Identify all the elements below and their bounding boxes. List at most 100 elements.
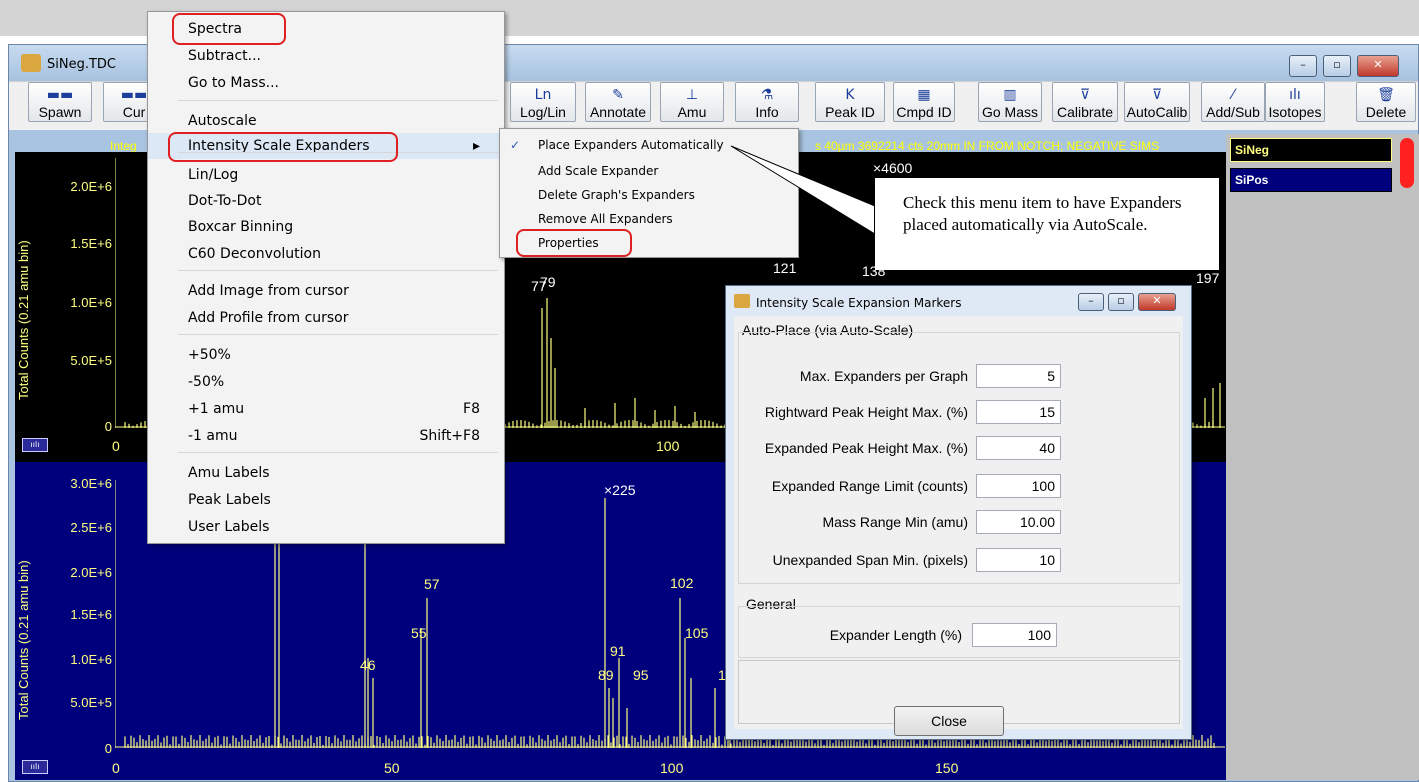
menu-item-label: Autoscale: [188, 113, 257, 129]
plot1-peak-label: 138: [862, 263, 886, 279]
toolbar-spawn-button[interactable]: ▬▬ Spawn: [28, 82, 92, 122]
close-window-button[interactable]: ✕: [1357, 55, 1399, 77]
toolbar-calibrate-button[interactable]: ⊽ Calibrate: [1052, 82, 1118, 122]
toolbar-button-label: Isotopes: [1268, 104, 1322, 120]
dialog-field-input[interactable]: 40: [976, 436, 1061, 460]
dialog-maximize-button[interactable]: ▫: [1108, 293, 1134, 311]
toolbar-calibrate-icon: ⊽: [1079, 87, 1091, 103]
minimize-button[interactable]: –: [1289, 55, 1317, 77]
plot2-ytick: 2.5E+6: [70, 520, 112, 535]
highlight-properties: [516, 229, 632, 257]
menu-item-50[interactable]: +50%: [148, 342, 502, 368]
toolbar-info-button[interactable]: ⚗ Info: [735, 82, 799, 122]
menu-item-1-amu[interactable]: +1 amu F8: [148, 396, 502, 422]
dialog-field-label: Mass Range Min (amu): [822, 514, 969, 530]
toolbar-add-sub-button[interactable]: ⁄ Add/Sub: [1201, 82, 1265, 122]
toolbar-cmpd-id-icon: ▦: [917, 87, 931, 103]
toolbar-cmpd-id-button[interactable]: ▦ Cmpd ID: [893, 82, 955, 122]
toolbar-log-lin-button[interactable]: Ln Log/Lin: [510, 82, 576, 122]
menu-item-1-amu[interactable]: -1 amu Shift+F8: [148, 423, 502, 449]
toolbar-annotate-button[interactable]: ✎ Annotate: [585, 82, 651, 122]
highlight-intensity-scale-expanders: [168, 132, 398, 162]
menu-item-50[interactable]: -50%: [148, 369, 502, 395]
menu-item-autoscale[interactable]: Autoscale: [148, 108, 502, 134]
dialog-field-label: Unexpanded Span Min. (pixels): [772, 552, 968, 568]
menu-item-dot-to-dot[interactable]: Dot-To-Dot: [148, 188, 502, 214]
menu-item-amu-labels[interactable]: Amu Labels: [148, 460, 502, 486]
plot1-peak-label: 197: [1196, 270, 1220, 286]
menu-item-label: Add Image from cursor: [188, 283, 349, 299]
menu-item-c60-deconvolution[interactable]: C60 Deconvolution: [148, 241, 502, 267]
toolbar-annotate-icon: ✎: [612, 87, 624, 103]
plot-header-left: Integ: [110, 139, 137, 153]
plot2-ytick: 1.5E+6: [70, 607, 112, 622]
menu-item-peak-labels[interactable]: Peak Labels: [148, 487, 502, 513]
plot2-xtick: 50: [384, 760, 400, 776]
toolbar-autocalib-button[interactable]: ⊽ AutoCalib: [1124, 82, 1190, 122]
toolbar-autocalib-icon: ⊽: [1151, 87, 1163, 103]
dialog-body: Auto-Place (via Auto-Scale) Max. Expande…: [734, 316, 1183, 736]
spectrum-item-sipos[interactable]: SiPos: [1230, 168, 1392, 192]
menu-item-shortcut: ▸: [472, 138, 480, 154]
toolbar-button-label: Peak ID: [825, 104, 875, 120]
menu-item-add-image-from-cursor[interactable]: Add Image from cursor: [148, 278, 502, 304]
menu-item-label: Dot-To-Dot: [188, 193, 262, 209]
dialog-field-input[interactable]: 10: [976, 548, 1061, 572]
submenu-item-label: Delete Graph's Expanders: [538, 188, 695, 202]
plot1-ytick: 5.0E+5: [70, 353, 112, 368]
plot2-ylabel: Total Counts (0.21 amu bin): [16, 560, 31, 720]
dialog-minimize-button[interactable]: –: [1078, 293, 1104, 311]
toolbar-add-sub-icon: ⁄: [1231, 87, 1235, 103]
plot1-ylabel: Total Counts (0.21 amu bin): [16, 240, 31, 400]
menu-separator: [178, 100, 498, 101]
submenu-item-label: Place Expanders Automatically: [538, 138, 724, 152]
dialog-field-input[interactable]: 100: [976, 474, 1061, 498]
menu-item-user-labels[interactable]: User Labels: [148, 514, 502, 540]
menu-item-label: -1 amu: [188, 428, 238, 444]
plot1-scale-icon[interactable]: ıılı: [22, 438, 48, 452]
toolbar-button-label: Spawn: [38, 104, 82, 120]
menu-separator: [178, 270, 498, 271]
menu-item-label: Lin/Log: [188, 167, 239, 183]
dialog-title: Intensity Scale Expansion Markers: [756, 296, 962, 310]
menu-item-label: Add Profile from cursor: [188, 310, 349, 326]
window-title: SiNeg.TDC: [47, 57, 116, 72]
plot1-xtick: 100: [656, 438, 680, 454]
plot1-xtick: 0: [112, 438, 120, 454]
dialog-field-label: Expanded Range Limit (counts): [771, 478, 968, 494]
menu-item-go-to-mass[interactable]: Go to Mass...: [148, 70, 502, 96]
menu-item-label: -50%: [188, 374, 225, 390]
dialog-field-input[interactable]: 10.00: [976, 510, 1061, 534]
toolbar-isotopes-button[interactable]: ılı Isotopes: [1265, 82, 1325, 122]
dialog-close-button[interactable]: Close: [894, 706, 1004, 736]
toolbar-amu-button[interactable]: ⊥ Amu: [660, 82, 724, 122]
toolbar-spawn-icon: ▬▬: [46, 87, 74, 103]
plot2-scale-icon[interactable]: ıılı: [22, 760, 48, 774]
plot1-ytick: 1.0E+6: [70, 295, 112, 310]
dialog-close-x-button[interactable]: ✕: [1138, 293, 1176, 311]
plot1-ytick: 1.5E+6: [70, 236, 112, 251]
maximize-button[interactable]: ▫: [1323, 55, 1351, 77]
toolbar-button-label: Info: [755, 104, 779, 120]
toolbar-isotopes-icon: ılı: [1289, 87, 1301, 103]
menu-item-lin-log[interactable]: Lin/Log: [148, 162, 502, 188]
toolbar-button-label: Calibrate: [1056, 104, 1114, 120]
dialog-field-input[interactable]: 15: [976, 400, 1061, 424]
dialog-field-input[interactable]: 5: [976, 364, 1061, 388]
menu-item-label: Amu Labels: [188, 465, 270, 481]
toolbar-button-label: AutoCalib: [1126, 104, 1188, 120]
menu-item-subtract[interactable]: Subtract...: [148, 43, 502, 69]
menu-item-label: User Labels: [188, 519, 270, 535]
plot1-peak-label: 79: [540, 274, 556, 290]
toolbar-delete-icon: 🗑: [1377, 87, 1395, 103]
dialog-field-label: Expanded Peak Height Max. (%): [764, 440, 968, 456]
spectrum-item-sineg[interactable]: SiNeg: [1230, 138, 1392, 162]
menu-item-boxcar-binning[interactable]: Boxcar Binning: [148, 214, 502, 240]
toolbar-go-mass-button[interactable]: ▥ Go Mass: [978, 82, 1042, 122]
toolbar-info-icon: ⚗: [760, 87, 774, 103]
toolbar-peak-id-button[interactable]: K Peak ID: [815, 82, 885, 122]
toolbar-delete-button[interactable]: 🗑 Delete: [1356, 82, 1416, 122]
menu-item-add-profile-from-cursor[interactable]: Add Profile from cursor: [148, 305, 502, 331]
expander-length-field[interactable]: 100: [972, 623, 1057, 647]
plot2-peak-label: 102: [670, 575, 694, 591]
